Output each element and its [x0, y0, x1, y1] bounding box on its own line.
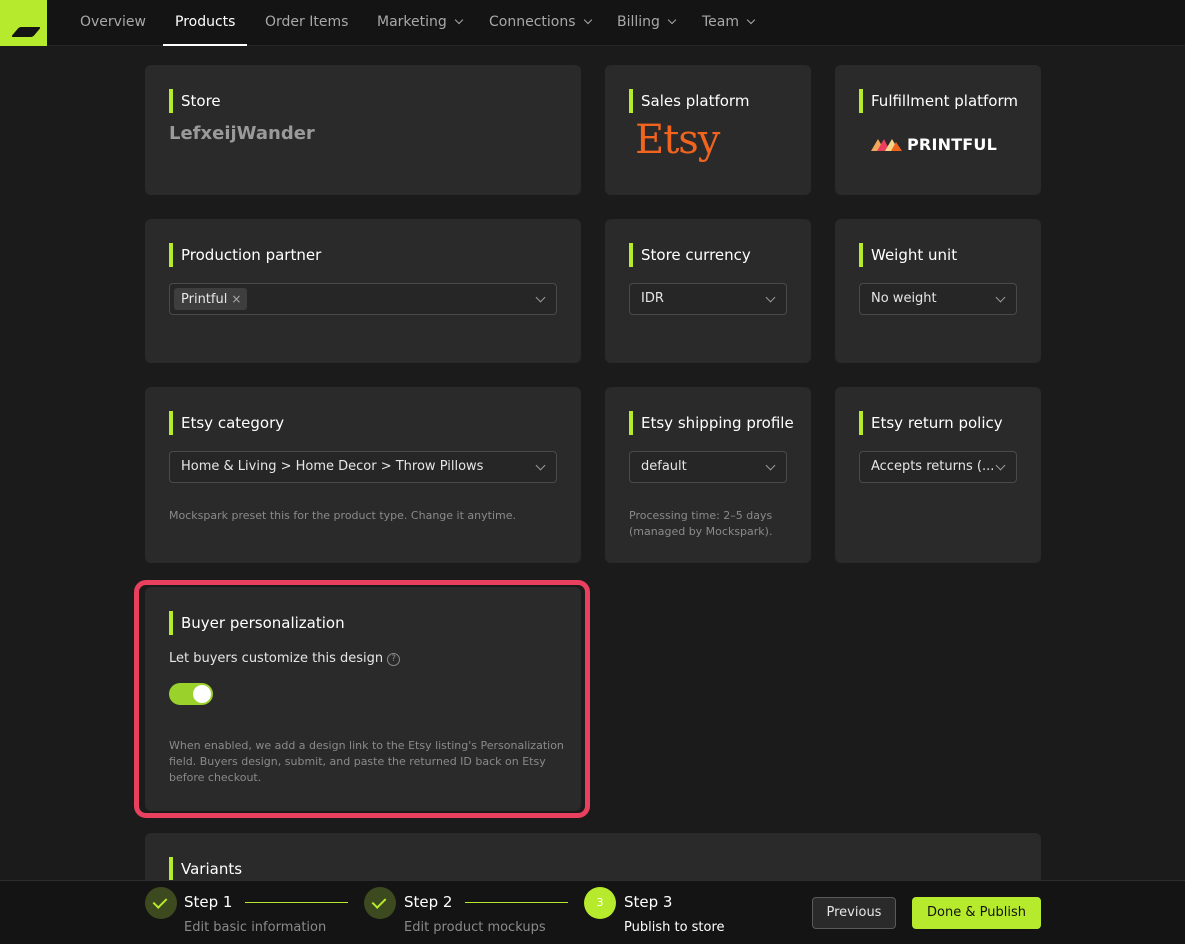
step-2-subtitle: Edit product mockups — [404, 920, 546, 935]
nav-marketing[interactable]: Marketing — [377, 0, 464, 46]
store-currency-title: Store currency — [629, 243, 751, 267]
step-2-indicator — [364, 887, 396, 919]
chevron-down-icon — [667, 15, 677, 25]
nav-team-label: Team — [702, 14, 740, 30]
step-2-title: Step 2 — [404, 893, 453, 911]
etsy-category-title: Etsy category — [169, 411, 284, 435]
chevron-down-icon — [995, 460, 1006, 471]
nav-connections[interactable]: Connections — [489, 0, 592, 46]
chevron-down-icon — [583, 15, 592, 25]
printful-mark-icon — [871, 138, 902, 151]
fulfillment-platform-card: Fulfillment platform PRINTFUL — [835, 65, 1041, 195]
nav-products-label: Products — [175, 14, 236, 30]
return-policy-card: Etsy return policy Accepts returns (... — [835, 387, 1041, 563]
highlight-outline — [134, 580, 590, 818]
shipping-profile-title: Etsy shipping profile — [629, 411, 794, 435]
step-connector — [465, 902, 568, 903]
app-logo[interactable] — [0, 0, 47, 46]
shipping-profile-help-line: Processing time: 2–5 days — [629, 509, 773, 522]
production-partner-card: Production partner Printful × — [145, 219, 581, 363]
weight-unit-card: Weight unit No weight — [835, 219, 1041, 363]
weight-unit-value: No weight — [871, 291, 937, 306]
nav-products[interactable]: Products — [162, 0, 249, 46]
variants-title: Variants — [169, 857, 242, 881]
check-icon — [371, 894, 387, 909]
chevron-down-icon — [765, 292, 776, 303]
nav-overview[interactable]: Overview — [80, 0, 146, 46]
printful-logo-text: PRINTFUL — [907, 135, 998, 154]
etsy-category-select[interactable]: Home & Living > Home Decor > Throw Pillo… — [169, 451, 557, 483]
etsy-category-card: Etsy category Home & Living > Home Decor… — [145, 387, 581, 563]
shipping-profile-card: Etsy shipping profile default Processing… — [605, 387, 811, 563]
return-policy-value: Accepts returns (... — [871, 459, 995, 474]
top-navigation: Overview Products Order Items Marketing … — [0, 0, 1185, 46]
sales-platform-title: Sales platform — [629, 89, 749, 113]
step-1-indicator — [145, 887, 177, 919]
shipping-profile-value: default — [641, 459, 687, 474]
nav-order-items[interactable]: Order Items — [265, 0, 348, 46]
chevron-down-icon — [765, 460, 776, 471]
etsy-logo: Etsy — [635, 117, 720, 163]
store-currency-select[interactable]: IDR — [629, 283, 787, 315]
store-currency-value: IDR — [641, 291, 664, 306]
chevron-down-icon — [535, 460, 546, 471]
step-3-number: 3 — [596, 896, 604, 909]
etsy-category-help: Mockspark preset this for the product ty… — [169, 509, 516, 522]
step-1-title: Step 1 — [184, 893, 233, 911]
sales-platform-card: Sales platform Etsy — [605, 65, 811, 195]
step-3-title: Step 3 — [624, 893, 673, 911]
nav-order-items-label: Order Items — [265, 14, 349, 30]
check-icon — [152, 894, 168, 909]
production-partner-title: Production partner — [169, 243, 321, 267]
return-policy-title: Etsy return policy — [859, 411, 1003, 435]
logo-mark-icon — [10, 27, 42, 37]
chevron-down-icon — [535, 292, 546, 303]
shipping-profile-help-line: (managed by Mockspark). — [629, 525, 773, 538]
weight-unit-select[interactable]: No weight — [859, 283, 1017, 315]
done-publish-button[interactable]: Done & Publish — [912, 897, 1041, 929]
printful-tag-label: Printful — [181, 292, 228, 307]
printful-logo: PRINTFUL — [871, 135, 997, 154]
shipping-profile-select[interactable]: default — [629, 451, 787, 483]
store-card: Store LefxeijWander — [145, 65, 581, 195]
store-currency-card: Store currency IDR — [605, 219, 811, 363]
step-3-indicator: 3 — [584, 887, 616, 919]
nav-overview-label: Overview — [80, 14, 146, 30]
chevron-down-icon — [746, 15, 756, 25]
nav-marketing-label: Marketing — [377, 14, 447, 30]
step-1-subtitle: Edit basic information — [184, 920, 327, 935]
nav-connections-label: Connections — [489, 14, 576, 30]
store-name: LefxeijWander — [169, 123, 315, 144]
step-connector — [245, 902, 348, 903]
nav-billing[interactable]: Billing — [617, 0, 677, 46]
nav-billing-label: Billing — [617, 14, 660, 30]
fulfillment-platform-title: Fulfillment platform — [859, 89, 1018, 113]
production-partner-select[interactable]: Printful × — [169, 283, 557, 315]
printful-tag: Printful × — [174, 288, 248, 310]
chevron-down-icon — [454, 15, 464, 25]
close-icon[interactable]: × — [231, 292, 241, 306]
previous-button[interactable]: Previous — [812, 897, 896, 929]
etsy-category-value: Home & Living > Home Decor > Throw Pillo… — [181, 459, 484, 474]
chevron-down-icon — [995, 292, 1006, 303]
store-card-title: Store — [169, 89, 221, 113]
weight-unit-title: Weight unit — [859, 243, 957, 267]
nav-team[interactable]: Team — [702, 0, 756, 46]
step-3-subtitle: Publish to store — [624, 920, 725, 935]
stepper-footer: Step 1 Edit basic information Step 2 Edi… — [0, 880, 1185, 944]
return-policy-select[interactable]: Accepts returns (... — [859, 451, 1017, 483]
shipping-profile-help: Processing time: 2–5 days (managed by Mo… — [629, 508, 772, 540]
